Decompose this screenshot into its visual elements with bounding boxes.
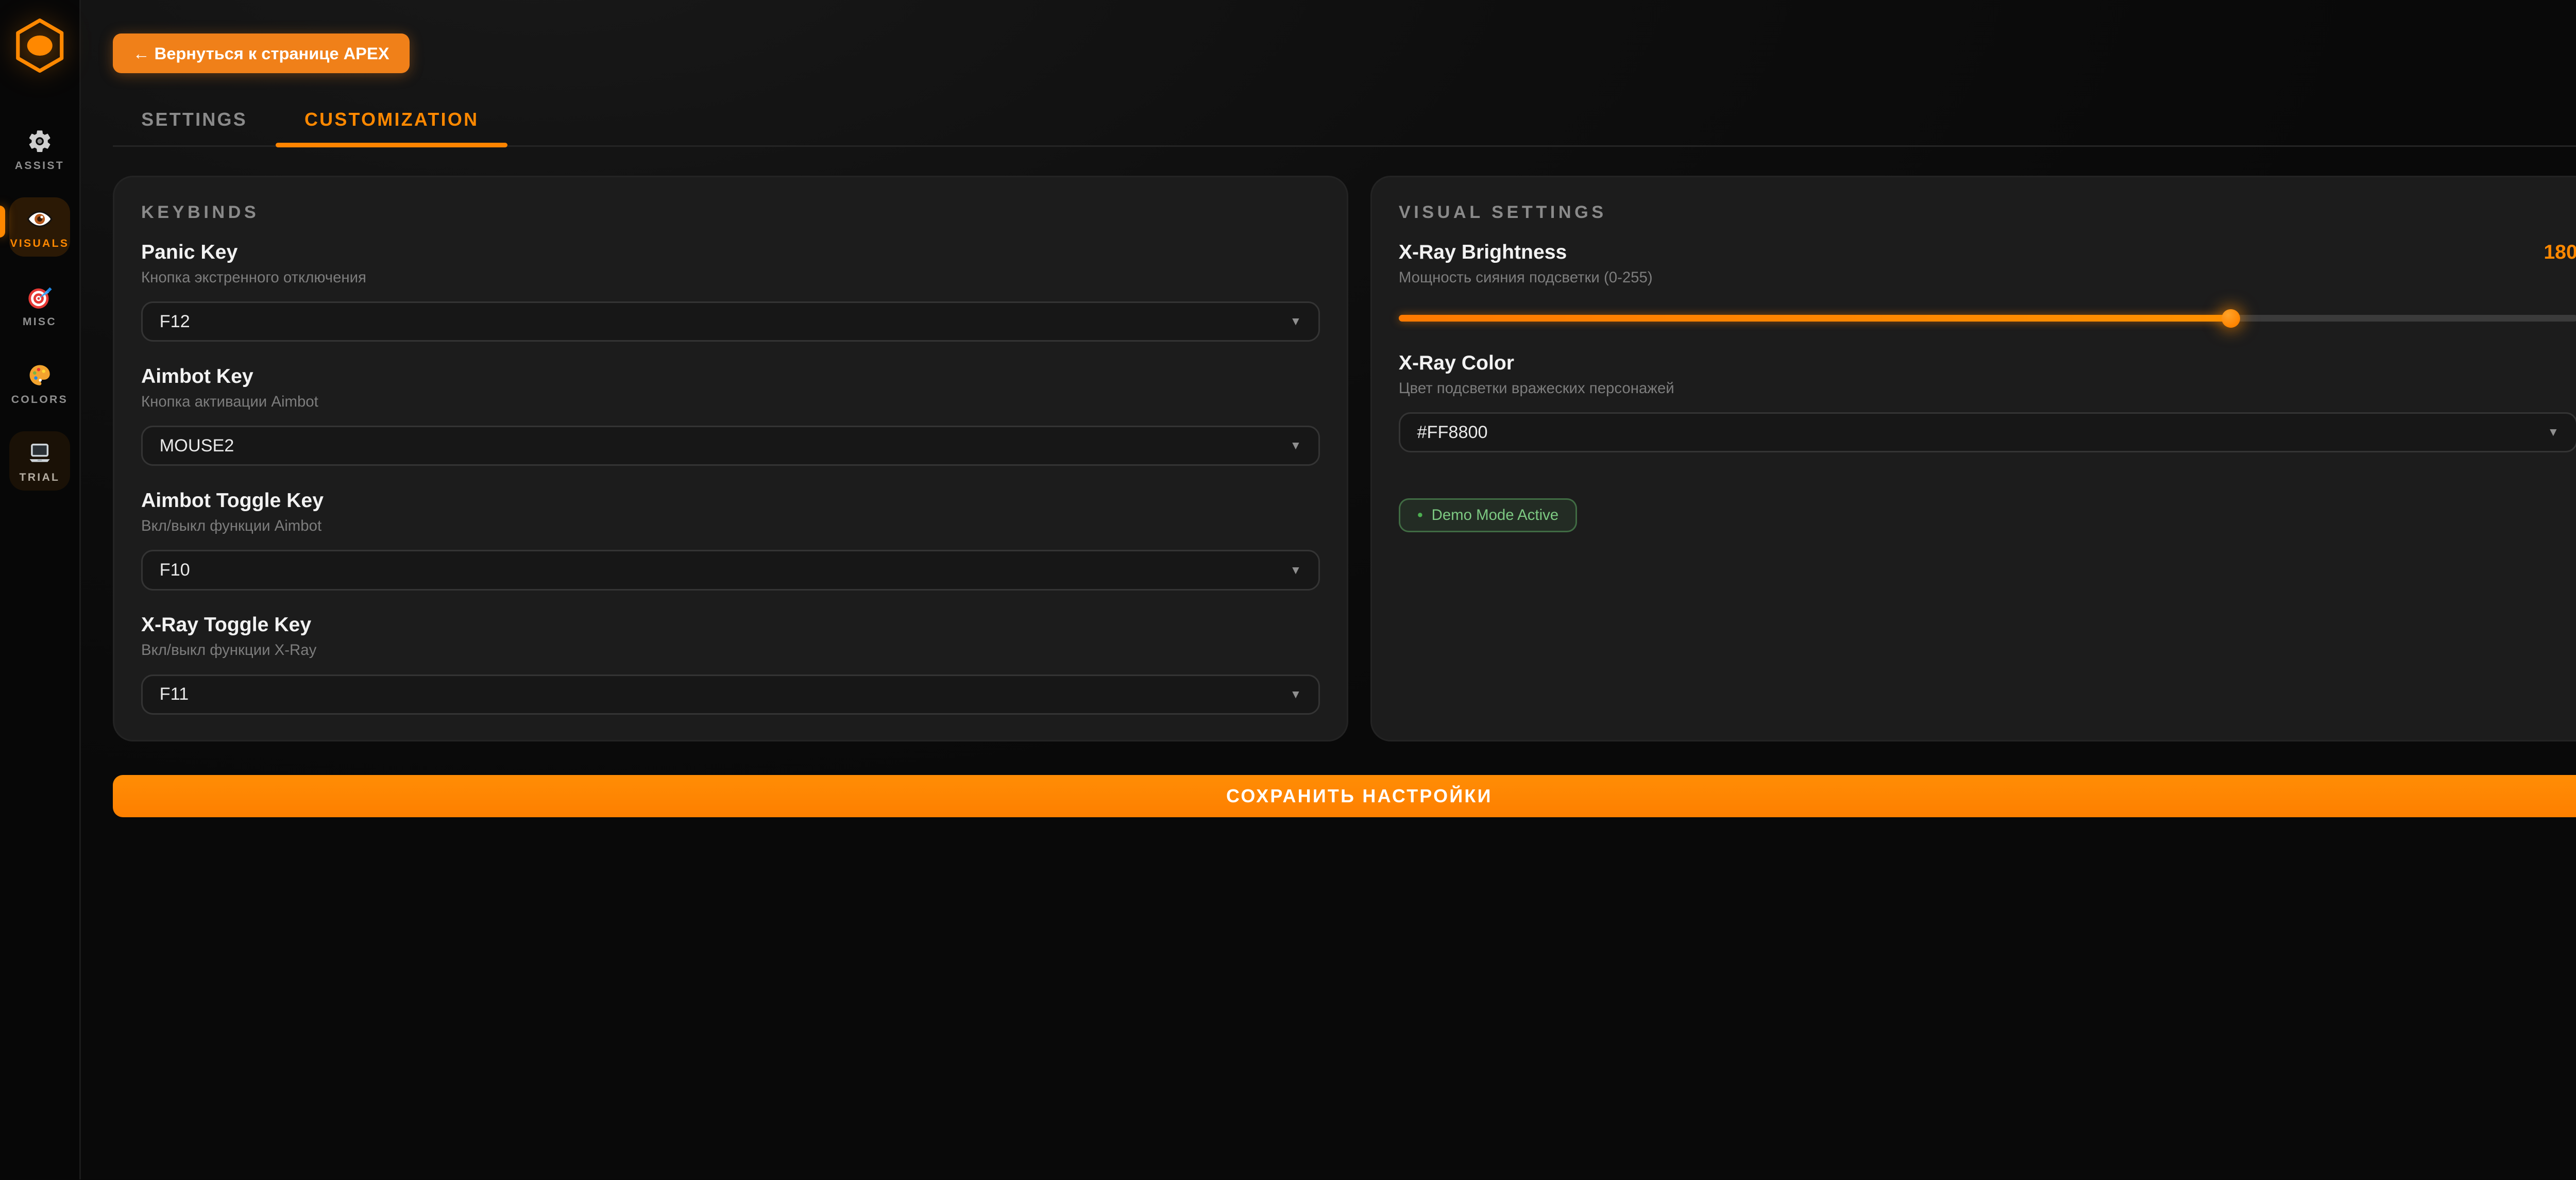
palette-icon bbox=[26, 362, 53, 389]
sidebar-item-label: COLORS bbox=[11, 394, 68, 406]
green-dot-icon: ● bbox=[1417, 510, 1423, 520]
demo-mode-badge: ● Demo Mode Active bbox=[1399, 498, 1577, 532]
aimbot-toggle-key-select[interactable]: F10 ▼ bbox=[141, 550, 1320, 590]
active-nav-indicator bbox=[0, 206, 5, 238]
field-label: Panic Key bbox=[141, 241, 1320, 264]
chevron-down-icon: ▼ bbox=[1290, 563, 1302, 577]
sidebar-item-misc[interactable]: MISC bbox=[9, 275, 70, 334]
aimbot-key-select[interactable]: MOUSE2 ▼ bbox=[141, 426, 1320, 466]
field-description: Кнопка экстренного отключения bbox=[141, 269, 1320, 286]
xray-color-select[interactable]: #FF8800 ▼ bbox=[1399, 412, 2576, 452]
laptop-icon bbox=[26, 440, 53, 466]
tab-customization[interactable]: CUSTOMIZATION bbox=[276, 98, 507, 145]
brightness-slider-thumb[interactable] bbox=[2222, 309, 2240, 328]
field-description: Вкл/выкл функции X-Ray bbox=[141, 642, 1320, 659]
xray-toggle-key-select[interactable]: F11 ▼ bbox=[141, 675, 1320, 715]
field-description: Вкл/выкл функции Aimbot bbox=[141, 517, 1320, 535]
field-label: Aimbot Toggle Key bbox=[141, 490, 1320, 512]
target-icon bbox=[26, 284, 53, 311]
tab-settings[interactable]: SETTINGS bbox=[113, 98, 276, 145]
tab-bar: SETTINGS CUSTOMIZATION bbox=[113, 98, 2576, 147]
demo-mode-badge-label: Demo Mode Active bbox=[1432, 507, 1559, 524]
sidebar-item-trial[interactable]: TRIAL bbox=[9, 431, 70, 491]
select-value: F12 bbox=[160, 312, 190, 332]
main-content: ← Вернуться к странице APEX SETTINGS CUS… bbox=[81, 0, 2576, 1179]
chevron-down-icon: ▼ bbox=[1290, 439, 1302, 452]
chevron-down-icon: ▼ bbox=[1290, 687, 1302, 701]
sidebar-item-label: TRIAL bbox=[19, 471, 60, 484]
sidebar-item-label: MISC bbox=[23, 316, 57, 328]
field-description: Кнопка активации Aimbot bbox=[141, 393, 1320, 411]
xray-brightness-field: X-Ray Brightness 180 Мощность сияния под… bbox=[1399, 241, 2576, 328]
app-window: ASSIST VISUALS bbox=[0, 0, 2576, 1179]
field-description: Мощность сияния подсветки (0-255) bbox=[1399, 269, 2576, 286]
sidebar-item-colors[interactable]: COLORS bbox=[9, 353, 70, 413]
sidebar: ASSIST VISUALS bbox=[0, 0, 81, 1179]
field-label: X-Ray Toggle Key bbox=[141, 614, 1320, 636]
visual-settings-panel-title: VISUAL SETTINGS bbox=[1399, 203, 2576, 223]
aimbot-toggle-key-field: Aimbot Toggle Key Вкл/выкл функции Aimbo… bbox=[141, 490, 1320, 591]
field-label: X-Ray Brightness bbox=[1399, 241, 1567, 264]
save-settings-button[interactable]: СОХРАНИТЬ НАСТРОЙКИ bbox=[113, 775, 2576, 817]
aimbot-key-field: Aimbot Key Кнопка активации Aimbot MOUSE… bbox=[141, 365, 1320, 466]
select-value: F10 bbox=[160, 560, 190, 580]
sidebar-item-label: VISUALS bbox=[10, 238, 69, 250]
sidebar-item-visuals[interactable]: VISUALS bbox=[9, 197, 70, 257]
hexagon-logo bbox=[13, 17, 66, 74]
field-label: Aimbot Key bbox=[141, 365, 1320, 388]
select-value: MOUSE2 bbox=[160, 436, 234, 456]
gear-icon bbox=[26, 128, 53, 155]
keybinds-panel: KEYBINDS Panic Key Кнопка экстренного от… bbox=[113, 176, 1348, 741]
brightness-slider[interactable] bbox=[1399, 308, 2576, 328]
xray-color-field: X-Ray Color Цвет подсветки вражеских пер… bbox=[1399, 352, 2576, 453]
panic-key-field: Panic Key Кнопка экстренного отключения … bbox=[141, 241, 1320, 342]
brightness-slider-fill bbox=[1399, 315, 2231, 322]
chevron-down-icon: ▼ bbox=[2547, 425, 2559, 439]
sidebar-item-label: ASSIST bbox=[15, 160, 64, 172]
eye-icon bbox=[26, 206, 53, 232]
field-label: X-Ray Color bbox=[1399, 352, 2576, 375]
chevron-down-icon: ▼ bbox=[1290, 314, 1302, 328]
back-to-apex-button[interactable]: ← Вернуться к странице APEX bbox=[113, 33, 410, 73]
visual-settings-panel: VISUAL SETTINGS X-Ray Brightness 180 Мощ… bbox=[1370, 176, 2576, 741]
sidebar-nav: ASSIST VISUALS bbox=[0, 120, 79, 491]
field-description: Цвет подсветки вражеских персонажей bbox=[1399, 380, 2576, 397]
sidebar-item-assist[interactable]: ASSIST bbox=[9, 120, 70, 179]
select-value: #FF8800 bbox=[1417, 423, 1487, 443]
select-value: F11 bbox=[160, 684, 189, 704]
xray-toggle-key-field: X-Ray Toggle Key Вкл/выкл функции X-Ray … bbox=[141, 614, 1320, 715]
panic-key-select[interactable]: F12 ▼ bbox=[141, 301, 1320, 342]
panels-row: KEYBINDS Panic Key Кнопка экстренного от… bbox=[113, 176, 2576, 741]
brightness-value: 180 bbox=[2544, 241, 2576, 264]
keybinds-panel-title: KEYBINDS bbox=[141, 203, 1320, 223]
